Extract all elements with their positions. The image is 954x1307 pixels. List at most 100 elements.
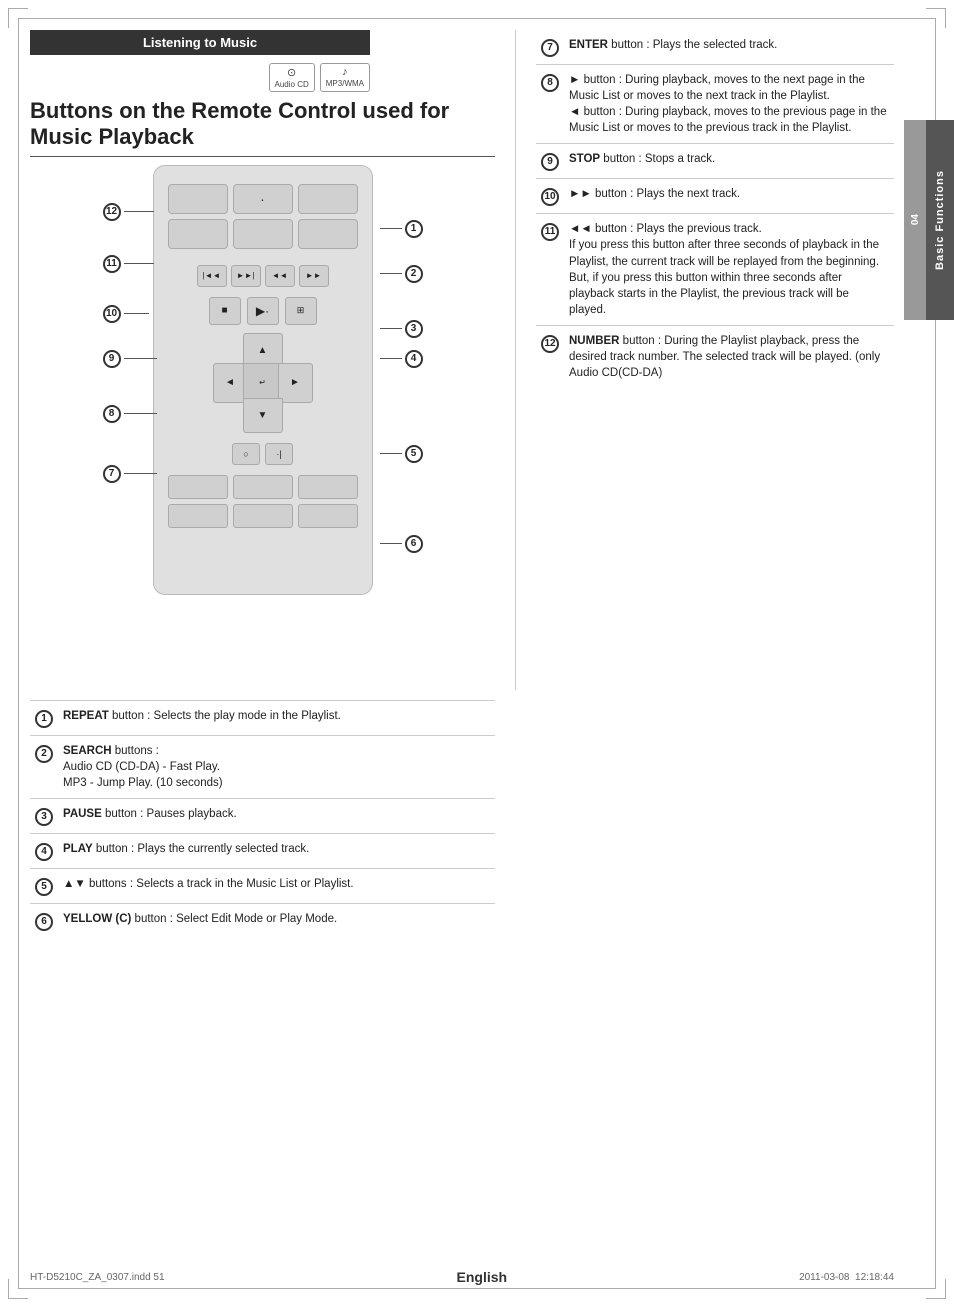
item-number-3: 3: [30, 799, 58, 834]
callout-12: 12: [103, 203, 154, 221]
callout-8: 8: [103, 405, 157, 423]
corner-mark-tr2: [945, 8, 946, 28]
remote-btn-2: ·: [233, 184, 293, 214]
remote-btn-5: [233, 219, 293, 249]
bottom-description-table: 1 REPEAT button : Selects the play mode i…: [30, 700, 495, 938]
play-btn: ▶·: [247, 297, 279, 325]
remote-body: · |◄◄ ►►| ◄◄ ►► ■: [153, 165, 373, 595]
callout-4: 4: [380, 350, 423, 368]
next-track-btn: ►►|: [231, 265, 261, 287]
col-btn-1: [168, 475, 228, 499]
right-item-number-7: 7: [536, 30, 564, 65]
page-footer: HT-D5210C_ZA_0307.indd 51 English 2011-0…: [30, 1269, 894, 1285]
footer-language: English: [457, 1269, 508, 1285]
right-item-desc-9: STOP button : Stops a track.: [564, 144, 894, 179]
callout-9: 9: [103, 350, 157, 368]
right-item-number-10: 10: [536, 179, 564, 214]
remote-btn-3: [298, 184, 358, 214]
bottom-grid: [154, 471, 372, 542]
item-number-1: 1: [30, 701, 58, 736]
item-desc-2: SEARCH buttons :Audio CD (CD-DA) - Fast …: [58, 736, 495, 799]
col-btn-4: [168, 504, 228, 528]
callout-2: 2: [380, 265, 423, 283]
dpad-enter: ↵: [243, 363, 283, 403]
callout-1: 1: [380, 220, 423, 238]
right-item-desc-7: ENTER button : Plays the selected track.: [564, 30, 894, 65]
right-item-desc-11: ◄◄ button : Plays the previous track.If …: [564, 214, 894, 326]
right-callout-circle-12: 12: [541, 335, 559, 353]
bottom-descriptions: 1 REPEAT button : Selects the play mode i…: [30, 700, 510, 938]
col-btn-3: [298, 475, 358, 499]
callout-circle-2: 2: [35, 745, 53, 763]
icon-row: ⊙ Audio CD ♪ MP3/WMA: [30, 63, 370, 92]
right-item-desc-10: ►► button : Plays the next track.: [564, 179, 894, 214]
right-item-number-9: 9: [536, 144, 564, 179]
right-item-desc-8: ► button : During playback, moves to the…: [564, 65, 894, 144]
mp3-wma-icon: ♪ MP3/WMA: [320, 63, 370, 92]
right-description-table: 7 ENTER button : Plays the selected track…: [536, 30, 894, 388]
right-item-number-12: 12: [536, 325, 564, 388]
page-heading: Buttons on the Remote Control used for M…: [30, 98, 495, 157]
section-title: Listening to Music: [30, 30, 370, 55]
page-border-top: [18, 18, 936, 19]
callout-7: 7: [103, 465, 157, 483]
chapter-number: 04: [904, 120, 926, 320]
right-item-9: 9STOP button : Stops a track.: [536, 144, 894, 179]
bottom-item-3: 3PAUSE button : Pauses playback.: [30, 799, 495, 834]
prev-track-btn: |◄◄: [197, 265, 227, 287]
corner-mark-br2: [945, 1279, 946, 1299]
right-item-11: 11◄◄ button : Plays the previous track.I…: [536, 214, 894, 326]
page-border-bottom: [18, 1288, 936, 1289]
bottom-item-4: 4 PLAY button : Plays the currently selec…: [30, 834, 495, 869]
right-item-10: 10 ►► button : Plays the next track.: [536, 179, 894, 214]
page-border-left: [18, 18, 19, 1289]
center-row: ■ ▶· ⊞: [154, 293, 372, 329]
item-desc-6: YELLOW (C) button : Select Edit Mode or …: [58, 904, 495, 939]
col-btn-2: [233, 475, 293, 499]
right-item-desc-12: NUMBER button : During the Playlist play…: [564, 325, 894, 388]
right-callout-circle-7: 7: [541, 39, 559, 57]
settings-btn: ·|: [265, 443, 293, 465]
bottom-item-2: 2 SEARCH buttons :Audio CD (CD-DA) - Fast…: [30, 736, 495, 799]
right-item-number-8: 8: [536, 65, 564, 144]
item-number-5: 5: [30, 869, 58, 904]
bottom-row: ○ ·|: [154, 437, 372, 471]
callout-circle-4: 4: [35, 843, 53, 861]
corner-mark-tl2: [8, 8, 9, 28]
right-item-12: 12 NUMBER button : During the Playlist pl…: [536, 325, 894, 388]
item-desc-1: REPEAT button : Selects the play mode in…: [58, 701, 495, 736]
right-callout-circle-10: 10: [541, 188, 559, 206]
corner-mark-tl: [8, 8, 28, 9]
item-number-6: 6: [30, 904, 58, 939]
col-btn-5: [233, 504, 293, 528]
dpad-area: ▲ ◄ ↵ ► ▼: [154, 329, 372, 437]
corner-mark-br: [926, 1298, 946, 1299]
item-number-2: 2: [30, 736, 58, 799]
remote-btn-1: [168, 184, 228, 214]
dpad-right: ►: [278, 363, 313, 403]
stop-btn: ■: [209, 297, 241, 325]
callout-6: 6: [380, 535, 423, 553]
right-callout-circle-8: 8: [541, 74, 559, 92]
callout-3: 3: [380, 320, 423, 338]
corner-mark-bl2: [8, 1279, 9, 1299]
audio-cd-icon: ⊙ Audio CD: [269, 63, 315, 92]
dpad-down: ▼: [243, 398, 283, 433]
corner-mark-bl: [8, 1298, 28, 1299]
column-divider: [515, 30, 516, 690]
right-item-7: 7 ENTER button : Plays the selected track…: [536, 30, 894, 65]
corner-mark-tr: [926, 8, 946, 9]
rewind-btn: ◄◄: [265, 265, 295, 287]
remote-btn-4: [168, 219, 228, 249]
callout-circle-6: 6: [35, 913, 53, 931]
callout-5: 5: [380, 445, 423, 463]
item-desc-4: PLAY button : Plays the currently select…: [58, 834, 495, 869]
footer-timestamp: 2011-03-08 12:18:44: [799, 1272, 894, 1283]
callout-11: 11: [103, 255, 154, 273]
item-desc-5: ▲▼ buttons : Selects a track in the Musi…: [58, 869, 495, 904]
bottom-item-5: 5▲▼ buttons : Selects a track in the Mus…: [30, 869, 495, 904]
callout-circle-3: 3: [35, 808, 53, 826]
callout-circle-1: 1: [35, 710, 53, 728]
remote-btn-6: [298, 219, 358, 249]
chapter-label: Basic Functions: [926, 120, 954, 320]
